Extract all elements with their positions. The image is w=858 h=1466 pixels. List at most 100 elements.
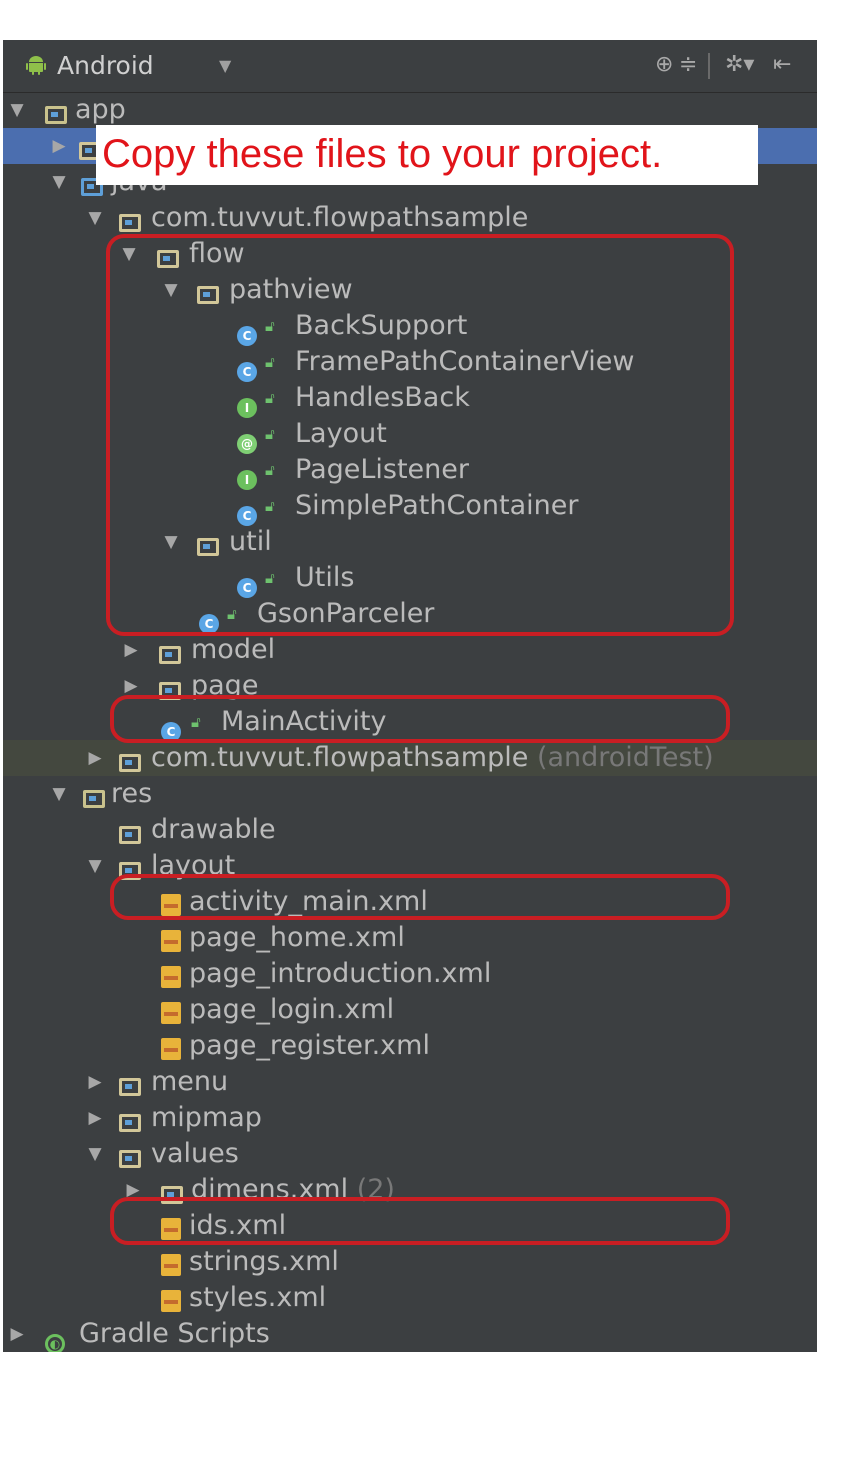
tree-label: MainActivity <box>221 706 387 737</box>
collapse-icon[interactable]: ≑ <box>679 50 697 80</box>
tree-row-res[interactable]: ▼ res <box>3 776 817 812</box>
class-icon: C <box>237 494 263 526</box>
expand-arrow-icon[interactable]: ▼ <box>159 272 183 308</box>
tree-row-dimens[interactable]: ▶ dimens.xml (2) <box>3 1172 817 1208</box>
tree-label: SimplePathContainer <box>295 490 579 521</box>
tree-row-package[interactable]: ▼ com.tuvvut.flowpathsample <box>3 200 817 236</box>
tree-row-page-introduction[interactable]: page_introduction.xml <box>3 956 817 992</box>
tree-row-drawable[interactable]: drawable <box>3 812 817 848</box>
tree-label: ids.xml <box>189 1210 287 1241</box>
tree-row-utils[interactable]: C 🔓︎ Utils <box>3 560 817 598</box>
tree-row-gradle-scripts[interactable]: ▶ ◐ Gradle Scripts <box>3 1316 817 1352</box>
tree-row-mipmap[interactable]: ▶ mipmap <box>3 1100 817 1136</box>
collapse-arrow-icon[interactable]: ▶ <box>83 1100 107 1136</box>
expand-arrow-icon[interactable]: ▼ <box>47 164 71 200</box>
tree-row-pagelistener[interactable]: I 🔓︎ PageListener <box>3 452 817 490</box>
xml-file-icon <box>161 890 187 916</box>
tree-row-values[interactable]: ▼ values <box>3 1136 817 1172</box>
tree-row-layout[interactable]: ▼ layout <box>3 848 817 884</box>
tree-label: GsonParceler <box>257 598 435 629</box>
folder-icon <box>161 1178 187 1204</box>
collapse-arrow-icon[interactable]: ▶ <box>47 128 71 164</box>
tree-row-simplepathcontainer[interactable]: C 🔓︎ SimplePathContainer <box>3 488 817 526</box>
tree-row-page-login[interactable]: page_login.xml <box>3 992 817 1028</box>
tree-row-util[interactable]: ▼ util <box>3 524 817 560</box>
collapse-arrow-icon[interactable]: ▶ <box>121 1172 145 1208</box>
tree-row-mainactivity[interactable]: C 🔓︎ MainActivity <box>3 704 817 742</box>
expand-arrow-icon[interactable]: ▼ <box>83 200 107 236</box>
tree-label: styles.xml <box>189 1282 327 1313</box>
tree-label: util <box>229 526 272 557</box>
collapse-arrow-icon[interactable]: ▶ <box>119 668 143 704</box>
package-icon <box>157 242 183 268</box>
chevron-down-icon[interactable]: ▼ <box>219 52 231 80</box>
tree-label: menu <box>151 1066 229 1097</box>
tree-label: page_register.xml <box>189 1030 430 1061</box>
expand-arrow-icon[interactable]: ▼ <box>159 524 183 560</box>
tree-row-menu[interactable]: ▶ menu <box>3 1064 817 1100</box>
crosshair-icon[interactable]: ⊕ <box>655 50 673 80</box>
gradle-icon: ◐ <box>45 1322 71 1352</box>
lock-icon: 🔓︎ <box>265 497 275 515</box>
tree-row-styles[interactable]: styles.xml <box>3 1280 817 1316</box>
tree-label: page_home.xml <box>189 922 405 953</box>
tree-row-page-home[interactable]: page_home.xml <box>3 920 817 956</box>
tree-row-model[interactable]: ▶ model <box>3 632 817 668</box>
expand-arrow-icon[interactable]: ▼ <box>83 1136 107 1172</box>
tree-row-page-register[interactable]: page_register.xml <box>3 1028 817 1064</box>
tree-row-ids[interactable]: ids.xml <box>3 1208 817 1244</box>
tree-label: flow <box>189 238 245 269</box>
tree-label: BackSupport <box>295 310 468 341</box>
tree-label: com.tuvvut.flowpathsample (androidTest) <box>151 742 714 773</box>
expand-arrow-icon[interactable]: ▼ <box>47 776 71 812</box>
expand-arrow-icon[interactable]: ▼ <box>5 92 29 128</box>
package-icon <box>119 746 145 772</box>
tree-row-framepathcontainerview[interactable]: C 🔓︎ FramePathContainerView <box>3 344 817 382</box>
lock-icon: 🔓︎ <box>265 389 275 407</box>
tree-label: page <box>191 670 259 701</box>
tree-row-package-androidtest[interactable]: ▶ com.tuvvut.flowpathsample (androidTest… <box>3 740 817 776</box>
xml-file-icon <box>161 1250 187 1276</box>
tree-label: res <box>111 778 153 809</box>
package-icon <box>159 674 185 700</box>
project-toolbar: Android ▼ ⊕ ≑ ✲▾ ⇤ <box>3 40 817 93</box>
collapse-arrow-icon[interactable]: ▶ <box>5 1316 29 1352</box>
package-icon <box>197 530 223 556</box>
class-icon: C <box>161 710 187 742</box>
lock-icon: 🔓︎ <box>265 425 275 443</box>
tree-row-handlesback[interactable]: I 🔓︎ HandlesBack <box>3 380 817 418</box>
package-icon <box>119 206 145 232</box>
tree-row-layout-annotation[interactable]: @ 🔓︎ Layout <box>3 416 817 454</box>
collapse-arrow-icon[interactable]: ▶ <box>119 632 143 668</box>
tree-label: layout <box>151 850 236 881</box>
interface-icon: I <box>237 458 263 490</box>
tree-row-flow[interactable]: ▼ flow <box>3 236 817 272</box>
tree-label: HandlesBack <box>295 382 470 413</box>
tree-row-app[interactable]: ▼ app <box>3 92 817 128</box>
tree-row-page[interactable]: ▶ page <box>3 668 817 704</box>
module-folder-icon <box>45 98 71 124</box>
tree-row-gsonparceler[interactable]: C 🔓︎ GsonParceler <box>3 596 817 634</box>
hide-icon[interactable]: ⇤ <box>773 50 791 80</box>
view-mode-label[interactable]: Android <box>57 50 154 82</box>
xml-file-icon <box>161 1286 187 1312</box>
xml-file-icon <box>161 998 187 1024</box>
tree-label: strings.xml <box>189 1246 339 1277</box>
expand-arrow-icon[interactable]: ▼ <box>117 236 141 272</box>
expand-arrow-icon[interactable]: ▼ <box>83 848 107 884</box>
collapse-arrow-icon[interactable]: ▶ <box>83 1064 107 1100</box>
gear-icon[interactable]: ✲▾ <box>725 50 754 80</box>
tree-row-activity-main[interactable]: activity_main.xml <box>3 884 817 920</box>
class-icon: C <box>237 566 263 598</box>
lock-icon: 🔓︎ <box>265 461 275 479</box>
tree-row-strings[interactable]: strings.xml <box>3 1244 817 1280</box>
tree-label: mipmap <box>151 1102 262 1133</box>
project-panel: Android ▼ ⊕ ≑ ✲▾ ⇤ ▼ app ▶ ▼ java ▼ com.… <box>3 40 817 1352</box>
toolbar-separator <box>708 53 710 79</box>
tree-row-pathview[interactable]: ▼ pathview <box>3 272 817 308</box>
class-icon: C <box>237 314 263 346</box>
interface-icon: I <box>237 386 263 418</box>
tree-label: app <box>75 94 126 125</box>
tree-row-backsupport[interactable]: C 🔓︎ BackSupport <box>3 308 817 346</box>
collapse-arrow-icon[interactable]: ▶ <box>83 740 107 776</box>
